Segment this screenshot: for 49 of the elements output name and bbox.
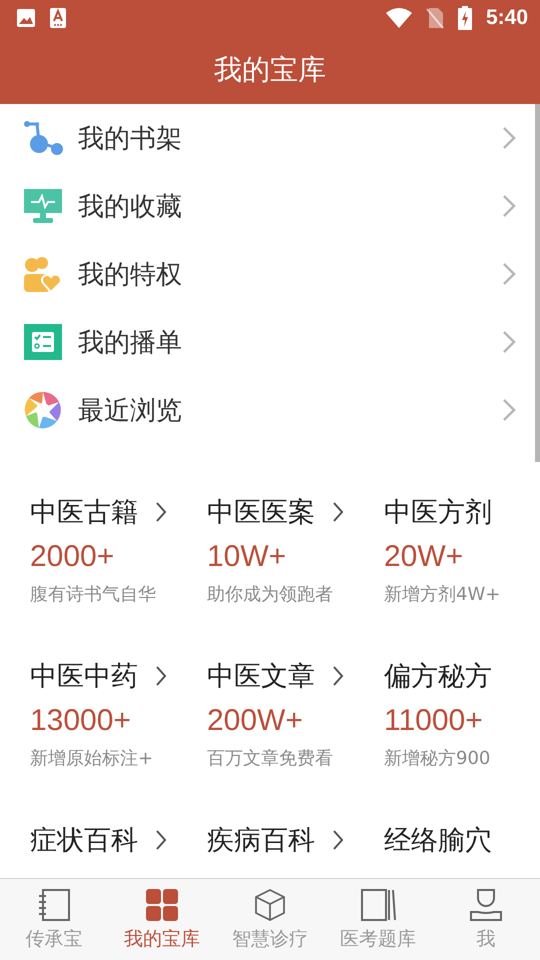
status-time: 5:40 xyxy=(486,6,528,30)
image-icon xyxy=(16,8,36,28)
chevron-icon xyxy=(502,398,516,422)
category-count: 13000+ xyxy=(30,704,131,738)
category-subtitle: 腹有诗书气自华 xyxy=(30,583,156,606)
menu-item-label[interactable]: 最近浏览 xyxy=(78,392,487,428)
category-subtitle: 百万文章免费看 xyxy=(207,747,333,770)
category-title[interactable]: 中医方剂 xyxy=(384,494,492,530)
category-count: 2000+ xyxy=(30,540,114,574)
battery-icon xyxy=(458,6,472,30)
category-subtitle: 新增方剂4W+ xyxy=(384,583,500,606)
chevron-icon xyxy=(502,330,516,354)
chevron-icon xyxy=(502,126,516,150)
grid-icon xyxy=(145,888,179,922)
category-title[interactable]: 中医医案 xyxy=(207,494,315,530)
category-title[interactable]: 偏方秘方 xyxy=(384,658,492,694)
page-title: 我的宝库 xyxy=(214,52,326,88)
people-heart-icon xyxy=(23,256,63,292)
category-subtitle: 助你成为领跑者 xyxy=(207,583,333,606)
book-icon xyxy=(360,888,396,922)
category-count: 11000+ xyxy=(384,704,483,738)
category-title[interactable]: 中医古籍 xyxy=(30,494,138,530)
checklist-icon xyxy=(23,323,63,361)
category-count: 10W+ xyxy=(207,540,286,574)
menu-item-label[interactable]: 我的收藏 xyxy=(78,188,487,224)
font-icon xyxy=(50,8,66,28)
notebook-icon xyxy=(37,888,71,922)
category-count: 20W+ xyxy=(384,540,464,574)
cube-icon xyxy=(253,888,287,922)
category-title[interactable]: 中医文章 xyxy=(207,658,315,694)
category-title[interactable]: 症状百科 xyxy=(30,822,138,858)
menu-item-label[interactable]: 我的播单 xyxy=(78,324,487,360)
category-title[interactable]: 疾病百科 xyxy=(207,822,315,858)
chevron-icon xyxy=(502,194,516,218)
menu-item-label[interactable]: 我的特权 xyxy=(78,256,487,292)
nav-tab[interactable]: 我的宝库 xyxy=(108,879,216,960)
category-count: 200W+ xyxy=(207,704,303,738)
wifi-icon xyxy=(386,8,412,28)
person-icon xyxy=(469,888,503,922)
category-subtitle: 新增原始标注+ xyxy=(30,747,154,770)
category-subtitle: 新增秘方900 xyxy=(384,747,490,770)
no-sim-icon xyxy=(426,7,444,29)
menu-item-label[interactable]: 我的书架 xyxy=(78,120,487,156)
category-title[interactable]: 中医中药 xyxy=(30,658,138,694)
category-title[interactable]: 经络腧穴 xyxy=(384,822,492,858)
monitor-icon xyxy=(23,188,63,224)
aperture-icon xyxy=(23,390,63,430)
network-icon xyxy=(23,120,63,156)
chevron-icon xyxy=(502,262,516,286)
